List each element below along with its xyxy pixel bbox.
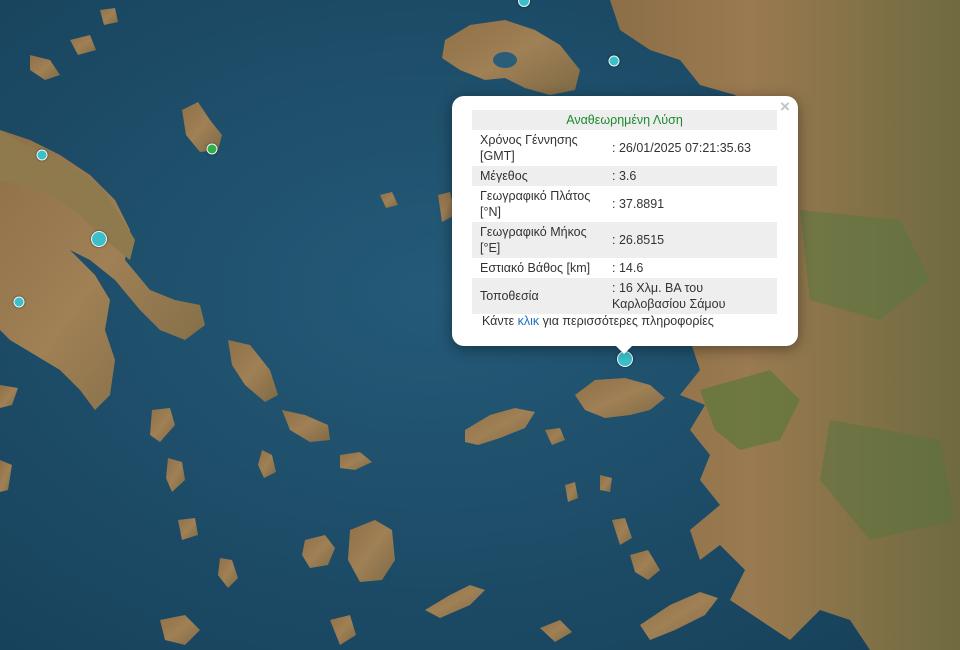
row-label-location: Τοποθεσία (472, 278, 606, 314)
row-label-depth: Εστιακό Βάθος [km] (472, 258, 606, 278)
row-value-origin-time: : 26/01/2025 07:21:35.63 (606, 130, 777, 166)
table-row: Εστιακό Βάθος [km] : 14.6 (472, 258, 777, 278)
row-label-magnitude: Μέγεθος (472, 166, 606, 186)
row-label-longitude: Γεωγραφικό Μήκος [°E] (472, 222, 606, 258)
close-icon[interactable]: × (778, 98, 792, 115)
earthquake-marker-icon[interactable] (13, 296, 25, 308)
table-row: Τοποθεσία : 16 Χλμ. ΒΑ του Καρλοβασίου Σ… (472, 278, 777, 314)
earthquake-marker-icon[interactable] (36, 149, 48, 161)
earthquake-marker-icon[interactable] (608, 55, 620, 67)
more-info-link[interactable]: κλικ (518, 314, 540, 328)
row-value-latitude: : 37.8891 (606, 186, 777, 222)
row-value-location: : 16 Χλμ. ΒΑ του Καρλοβασίου Σάμου (606, 278, 777, 314)
row-label-latitude: Γεωγραφικό Πλάτος [°N] (472, 186, 606, 222)
popup-footer: Κάντε κλικ για περισσότερες πληροφορίες (482, 314, 714, 328)
table-row: Γεωγραφικό Μήκος [°E] : 26.8515 (472, 222, 777, 258)
table-row: Μέγεθος : 3.6 (472, 166, 777, 186)
row-label-origin-time: Χρόνος Γέννησης [GMT] (472, 130, 606, 166)
table-row: Χρόνος Γέννησης [GMT] : 26/01/2025 07:21… (472, 130, 777, 166)
table-row: Γεωγραφικό Πλάτος [°N] : 37.8891 (472, 186, 777, 222)
earthquake-details-table: Αναθεωρημένη Λύση Χρόνος Γέννησης [GMT] … (472, 110, 777, 314)
footer-text-before: Κάντε (482, 314, 518, 328)
earthquake-info-popup: × Αναθεωρημένη Λύση Χρόνος Γέννησης [GMT… (452, 96, 798, 346)
popup-pointer (614, 344, 634, 354)
row-value-magnitude: : 3.6 (606, 166, 777, 186)
row-value-longitude: : 26.8515 (606, 222, 777, 258)
map-viewport[interactable]: × Αναθεωρημένη Λύση Χρόνος Γέννησης [GMT… (0, 0, 960, 650)
earthquake-marker-icon[interactable] (206, 143, 218, 155)
popup-title: Αναθεωρημένη Λύση (472, 110, 777, 130)
footer-text-after: για περισσότερες πληροφορίες (539, 314, 714, 328)
earthquake-marker-icon[interactable] (91, 231, 107, 247)
row-value-depth: : 14.6 (606, 258, 777, 278)
